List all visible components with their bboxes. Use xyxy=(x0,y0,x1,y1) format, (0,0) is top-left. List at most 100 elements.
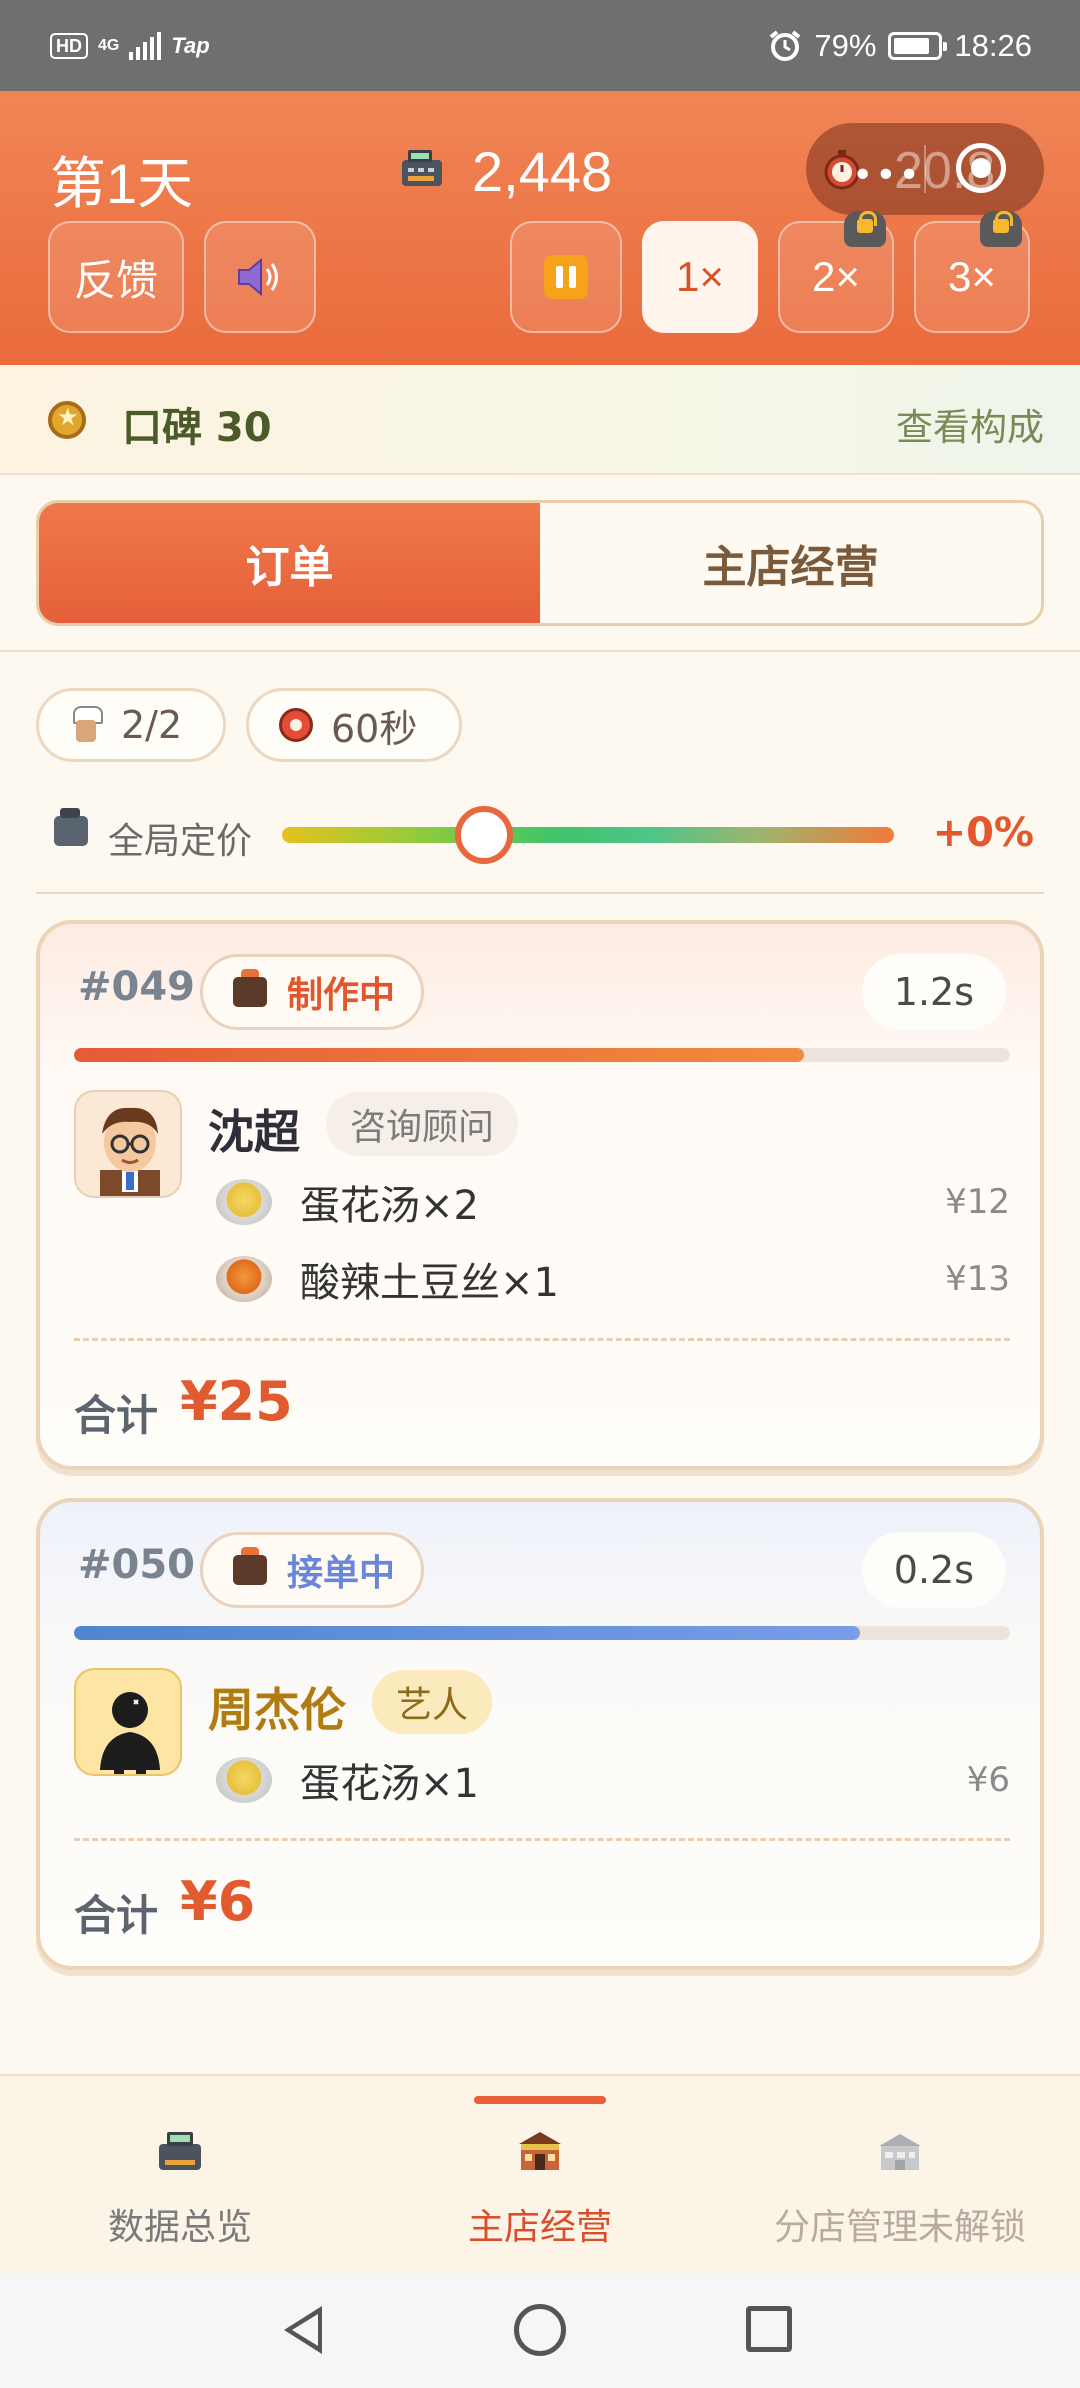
item-price: ¥12 xyxy=(945,1182,1010,1222)
interval-value: 60秒 xyxy=(331,706,418,751)
branch-building-icon xyxy=(879,2134,921,2170)
customer-name: 周杰伦 xyxy=(208,1683,346,1737)
item-name: 蛋花汤×2 xyxy=(300,1183,479,1229)
tab-main-store[interactable]: 主店经营 xyxy=(540,503,1041,623)
bottom-navigation: 数据总览 主店经营 分店管理未解锁 xyxy=(0,2074,1080,2274)
divider xyxy=(36,892,1044,894)
speed-3x-label: 3× xyxy=(948,253,996,300)
global-pricing-row: 全局定价 +0% xyxy=(0,800,1080,870)
global-pricing-label: 全局定价 xyxy=(108,821,253,862)
network-label: 4G xyxy=(98,36,120,54)
cash-register-icon xyxy=(402,150,442,186)
battery-percent: 79% xyxy=(814,27,877,63)
elapsed-time: 0.2s xyxy=(861,1532,1006,1608)
order-item: 蛋花汤×2 ¥12 xyxy=(216,1172,1010,1232)
back-icon[interactable] xyxy=(284,2306,322,2354)
total-amount: ¥6 xyxy=(180,1870,256,1933)
customer-role-tag: 艺人 xyxy=(372,1670,493,1734)
total-label: 合计 xyxy=(74,1891,159,1940)
pricing-slider-thumb[interactable] xyxy=(454,806,513,864)
dashed-divider xyxy=(74,1338,1010,1341)
stove-icon xyxy=(233,1547,267,1585)
pricing-value: +0% xyxy=(932,810,1034,856)
feedback-button[interactable]: 反馈 xyxy=(48,221,184,333)
recent-apps-icon[interactable] xyxy=(746,2306,792,2352)
tab-orders[interactable]: 订单 xyxy=(39,503,540,623)
nav-main-store[interactable]: 主店经营 xyxy=(360,2128,720,2250)
dashed-divider xyxy=(74,1838,1010,1841)
elapsed-time: 1.2s xyxy=(861,954,1006,1030)
customer-name: 沈超 xyxy=(208,1105,300,1159)
alarm-icon xyxy=(770,29,801,61)
divider xyxy=(0,650,1080,652)
pause-button[interactable] xyxy=(510,221,622,333)
nav-label: 分店管理未解锁 xyxy=(773,2207,1026,2248)
nav-data-overview[interactable]: 数据总览 xyxy=(0,2128,360,2250)
customer-role-tag: 咨询顾问 xyxy=(326,1092,519,1156)
signal-icon xyxy=(129,31,162,60)
avatar xyxy=(74,1668,182,1776)
order-item: 酸辣土豆丝×1 ¥13 xyxy=(216,1249,1010,1309)
speaker-icon xyxy=(238,257,278,297)
lock-icon xyxy=(980,211,1022,247)
item-price: ¥13 xyxy=(945,1259,1010,1299)
view-composition-link[interactable]: 查看构成 xyxy=(896,397,1044,451)
speed-2x-button[interactable]: 2× xyxy=(778,211,894,333)
close-miniprogram-icon[interactable] xyxy=(956,143,1006,193)
cash-register-icon xyxy=(54,808,88,846)
consultant-avatar-icon xyxy=(100,1107,160,1196)
capsule-divider xyxy=(924,145,926,193)
reputation-coin-icon xyxy=(48,401,86,439)
active-tab-indicator xyxy=(474,2096,606,2104)
status-badge: 接单中 xyxy=(200,1532,425,1608)
interval-chip: 60秒 xyxy=(246,688,462,762)
order-card[interactable]: #050 接单中 0.2s 周杰伦 艺人 蛋花汤×1 ¥6 合计 ¥6 xyxy=(36,1498,1044,1970)
order-progress-fill xyxy=(74,1048,805,1062)
carrier-label: Tap xyxy=(171,32,210,58)
alarm-clock-icon xyxy=(279,708,313,742)
home-icon[interactable] xyxy=(514,2304,566,2356)
potato-shreds-icon xyxy=(216,1256,272,1302)
money-amount: 2,448 xyxy=(472,140,613,203)
lock-icon xyxy=(844,211,886,247)
more-menu-icon[interactable]: ••• xyxy=(852,155,922,196)
order-progress-bar xyxy=(74,1048,1010,1062)
status-bar: HD 4G Tap 79% 18:26 xyxy=(0,0,1080,91)
status-left: HD 4G Tap xyxy=(50,31,210,60)
order-progress-fill xyxy=(74,1626,861,1640)
chef-count: 2/2 xyxy=(121,703,183,747)
status-badge: 制作中 xyxy=(200,954,425,1030)
nav-label: 主店经营 xyxy=(467,2207,612,2248)
speed-1x-button[interactable]: 1× xyxy=(642,221,758,333)
pause-icon xyxy=(544,255,588,299)
item-price: ¥6 xyxy=(966,1760,1010,1800)
reputation-bar: 口碑 30 查看构成 xyxy=(0,365,1080,475)
game-header: 第1天 2,448 20.8 ••• 反馈 1× 2× 3× xyxy=(0,91,1080,365)
cash-register-icon xyxy=(159,2132,201,2170)
sound-button[interactable] xyxy=(204,221,316,333)
clock: 18:26 xyxy=(954,27,1032,63)
shop-icon xyxy=(519,2132,561,2170)
egg-soup-icon xyxy=(216,1179,272,1225)
item-name: 酸辣土豆丝×1 xyxy=(300,1260,559,1306)
total-label: 合计 xyxy=(74,1391,159,1440)
egg-soup-icon xyxy=(216,1757,272,1803)
order-item: 蛋花汤×1 ¥6 xyxy=(216,1750,1010,1810)
order-progress-bar xyxy=(74,1626,1010,1640)
battery-icon xyxy=(888,31,948,60)
speed-3x-button[interactable]: 3× xyxy=(914,211,1030,333)
pricing-slider[interactable] xyxy=(282,806,894,864)
timer-capsule[interactable]: 20.8 ••• xyxy=(806,123,1044,215)
status-label: 接单中 xyxy=(287,1553,396,1594)
status-right: 79% 18:26 xyxy=(768,28,1032,64)
nav-branch-management[interactable]: 分店管理未解锁 xyxy=(720,2128,1080,2250)
reputation-label: 口碑 30 xyxy=(122,405,272,451)
main-tabs: 订单 主店经营 xyxy=(36,500,1044,626)
status-label: 制作中 xyxy=(287,975,396,1016)
battery-fill xyxy=(894,37,930,54)
order-id: #049 xyxy=(78,964,196,1010)
item-name: 蛋花汤×1 xyxy=(300,1761,479,1807)
order-card[interactable]: #049 制作中 1.2s 沈超 咨询顾问 蛋花汤×2 ¥12 酸辣土豆丝×1 … xyxy=(36,920,1044,1470)
celebrity-silhouette-icon xyxy=(100,1692,160,1774)
chef-icon xyxy=(69,706,103,744)
